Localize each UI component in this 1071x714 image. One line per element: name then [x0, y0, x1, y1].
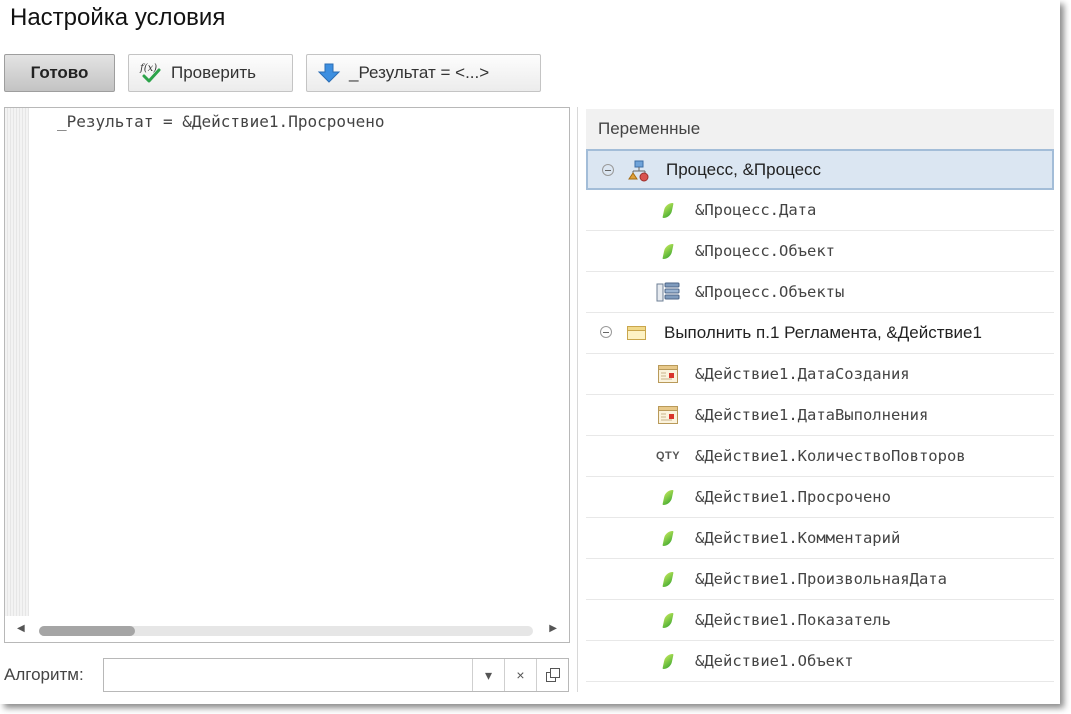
attribute-icon: [656, 609, 680, 631]
action-icon: [626, 322, 648, 344]
insert-result-button-label: _Результат = <...>: [349, 63, 490, 82]
tree-item-row[interactable]: &Процесс.Объект: [586, 231, 1054, 272]
tree-item-row[interactable]: &Действие1.Просрочено: [586, 477, 1054, 518]
scrollbar-thumb[interactable]: [39, 626, 135, 636]
formula-check-icon: f(x): [139, 61, 163, 85]
tree-item-label: &Действие1.Просрочено: [695, 488, 891, 506]
collapse-icon[interactable]: [600, 326, 612, 338]
tree-item-label: &Действие1.Объект: [695, 652, 854, 670]
tree-item-label: &Действие1.КоличествоПовторов: [695, 447, 966, 465]
tree-item-label: &Процесс.Дата: [695, 201, 817, 219]
scrollbar-track[interactable]: [39, 626, 533, 636]
attribute-icon: [656, 199, 680, 221]
tree-item-label: &Действие1.ДатаВыполнения: [695, 406, 929, 424]
attribute-icon: [656, 650, 680, 672]
check-button[interactable]: f(x) Проверить: [128, 54, 293, 92]
attribute-icon: [656, 486, 680, 508]
tree-item-row[interactable]: &Действие1.ПроизвольнаяДата: [586, 559, 1054, 600]
panel-splitter[interactable]: [577, 107, 578, 692]
scroll-right-icon[interactable]: ▶: [549, 623, 557, 634]
tree-group-label: Процесс, &Процесс: [666, 159, 822, 179]
page-title: Настройка условия: [10, 4, 226, 31]
tree-item-row[interactable]: &Действие1.ДатаСоздания: [586, 354, 1054, 395]
tree-item-row[interactable]: &Действие1.Комментарий: [586, 518, 1054, 559]
dropdown-icon[interactable]: ▾: [472, 659, 504, 691]
collapse-icon[interactable]: [602, 164, 614, 176]
tree-item-row[interactable]: &Процесс.Объекты: [586, 272, 1054, 313]
tree-group-row[interactable]: Выполнить п.1 Регламента, &Действие1: [586, 313, 1054, 354]
code-text[interactable]: _Результат = &Действие1.Просрочено: [57, 112, 385, 131]
svg-text:f(x): f(x): [139, 63, 157, 74]
tree-group-label: Выполнить п.1 Регламента, &Действие1: [664, 323, 982, 342]
algorithm-input[interactable]: [104, 659, 472, 691]
calendar-icon: [656, 404, 680, 426]
tree-item-row[interactable]: &Процесс.Дата: [586, 190, 1054, 231]
tree-group-row[interactable]: Процесс, &Процесс: [586, 149, 1054, 190]
horizontal-scrollbar[interactable]: ◀ ▶: [5, 618, 569, 642]
done-button[interactable]: Готово: [4, 54, 115, 92]
attribute-icon: [656, 568, 680, 590]
open-window-icon[interactable]: [536, 659, 568, 691]
tree-item-row[interactable]: QTY &Действие1.КоличествоПовторов: [586, 436, 1054, 477]
check-button-label: Проверить: [171, 63, 257, 82]
tree-item-label: &Действие1.Комментарий: [695, 529, 901, 547]
tree-item-label: &Процесс.Объект: [695, 242, 835, 260]
calendar-icon: [656, 363, 680, 385]
tree-item-row[interactable]: &Действие1.Объект: [586, 641, 1054, 682]
code-editor[interactable]: _Результат = &Действие1.Просрочено ◀ ▶: [4, 107, 570, 643]
tree-item-label: &Действие1.ПроизвольнаяДата: [695, 570, 947, 588]
process-icon: [628, 160, 650, 182]
insert-result-button[interactable]: _Результат = <...>: [306, 54, 541, 92]
qty-icon: QTY: [655, 450, 681, 462]
done-button-label: Готово: [30, 63, 89, 82]
tree-item-row[interactable]: &Действие1.Показатель: [586, 600, 1054, 641]
variables-header: Переменные: [586, 109, 1054, 149]
tree-item-label: &Действие1.ДатаСоздания: [695, 365, 910, 383]
variables-panel: Переменные Процесс, &Процесс &Процесс.Дат…: [586, 109, 1054, 689]
editor-gutter: [5, 108, 29, 616]
clear-icon[interactable]: ×: [504, 659, 536, 691]
condition-settings-window: Настройка условия Готово f(x) Проверить …: [0, 0, 1060, 704]
attribute-icon: [656, 240, 680, 262]
scroll-left-icon[interactable]: ◀: [17, 623, 25, 634]
algorithm-field[interactable]: ▾ ×: [103, 658, 569, 692]
attribute-icon: [656, 527, 680, 549]
algorithm-label: Алгоритм:: [4, 665, 84, 684]
arrow-down-icon: [317, 62, 341, 84]
variables-tree: Процесс, &Процесс &Процесс.Дата &Процесс.О…: [586, 149, 1054, 682]
table-icon: [656, 281, 680, 303]
tree-item-row[interactable]: &Действие1.ДатаВыполнения: [586, 395, 1054, 436]
tree-item-label: &Действие1.Показатель: [695, 611, 891, 629]
tree-item-label: &Процесс.Объекты: [695, 283, 845, 301]
